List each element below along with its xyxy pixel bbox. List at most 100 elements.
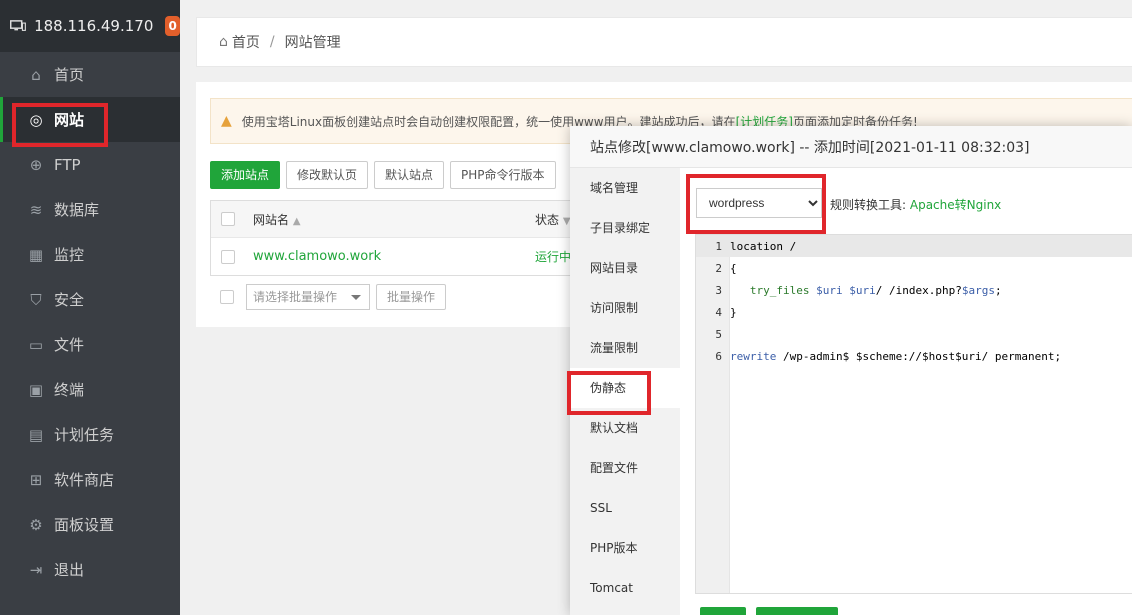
breadcrumb-separator: / <box>269 34 275 50</box>
save-button[interactable] <box>700 607 746 615</box>
breadcrumb: ⌂ 首页 / 网站管理 <box>196 17 1132 67</box>
sidebar: 188.116.49.170 0 ⌂ 首页 ◎ 网站 ⊕ FTP ≋ 数据库 ▦… <box>0 0 180 615</box>
line-number: 3 <box>715 283 722 297</box>
sidebar-item-settings[interactable]: ⚙ 面板设置 <box>0 502 180 547</box>
highlight-website <box>12 103 108 147</box>
code-text: try_files $uri $uri/ /index.php?$args; <box>749 283 1002 297</box>
sidebar-item-label: 面板设置 <box>54 516 115 534</box>
site-edit-modal: 站点修改[www.clamowo.work] -- 添加时间[2021-01-1… <box>570 126 1132 615</box>
line-number: 6 <box>715 349 722 363</box>
tool-label: 规则转换工具: <box>830 198 907 212</box>
site-name-link[interactable]: www.clamowo.work <box>253 249 381 264</box>
code-text: rewrite /wp-admin$ $scheme://$host$uri/ … <box>730 349 1062 363</box>
select-all-checkbox[interactable] <box>221 212 235 226</box>
sidebar-item-label: 数据库 <box>54 201 100 219</box>
tab-domain[interactable]: 域名管理 <box>570 168 680 208</box>
tab-tomcat[interactable]: Tomcat <box>570 568 680 608</box>
terminal-icon: ▣ <box>28 380 44 399</box>
default-site-button[interactable]: 默认站点 <box>374 161 445 189</box>
code-line: 1 location / <box>696 235 1132 257</box>
sidebar-item-label: 计划任务 <box>54 426 115 444</box>
sidebar-item-cron[interactable]: ▤ 计划任务 <box>0 412 180 457</box>
code-line: 5 <box>696 323 1132 345</box>
edit-default-page-button[interactable]: 修改默认页 <box>286 161 369 189</box>
line-number: 5 <box>715 327 722 341</box>
sidebar-item-monitor[interactable]: ▦ 监控 <box>0 232 180 277</box>
sidebar-item-label: 退出 <box>54 561 85 579</box>
notification-badge[interactable]: 0 <box>165 16 180 36</box>
highlight-rewrite-tab <box>567 371 651 415</box>
col-status-label: 状态 <box>535 212 560 227</box>
sidebar-item-terminal[interactable]: ▣ 终端 <box>0 367 180 412</box>
convert-tool: 规则转换工具: Apache转Nginx <box>830 196 1001 213</box>
code-text: location / <box>730 239 797 253</box>
modal-actions <box>700 607 838 615</box>
restore-default-button[interactable] <box>756 607 838 615</box>
sidebar-item-label: FTP <box>54 155 81 174</box>
code-text: { <box>730 261 737 275</box>
calendar-icon: ▤ <box>28 425 44 444</box>
rewrite-code-editor[interactable]: 1 location / 2 { 3 try_files $uri $uri/ … <box>695 234 1132 594</box>
sidebar-item-files[interactable]: ▭ 文件 <box>0 322 180 367</box>
sort-by-name[interactable]: 网站名 ▲ <box>253 211 535 228</box>
code-line: 6 rewrite /wp-admin$ $scheme://$host$uri… <box>696 345 1132 367</box>
sidebar-item-store[interactable]: ⊞ 软件商店 <box>0 457 180 502</box>
tab-access-limit[interactable]: 访问限制 <box>570 288 680 328</box>
sidebar-item-label: 首页 <box>54 66 85 84</box>
site-status[interactable]: 运行中 <box>535 250 571 264</box>
sidebar-item-ftp[interactable]: ⊕ FTP <box>0 142 180 187</box>
gear-icon: ⚙ <box>29 515 43 534</box>
folder-icon: ▭ <box>28 335 44 354</box>
code-line: 3 try_files $uri $uri/ /index.php?$args; <box>696 279 1132 301</box>
sidebar-item-label: 监控 <box>54 246 85 264</box>
sidebar-item-home[interactable]: ⌂ 首页 <box>0 52 180 97</box>
line-number: 4 <box>715 305 722 319</box>
server-header: 188.116.49.170 0 <box>0 0 180 52</box>
sidebar-item-label: 文件 <box>54 336 85 354</box>
highlight-template-select <box>686 174 826 234</box>
col-name-label: 网站名 <box>253 212 290 227</box>
batch-actions: 请选择批量操作 批量操作 <box>210 284 447 310</box>
tab-subdir[interactable]: 子目录绑定 <box>570 208 680 248</box>
tab-php-version[interactable]: PHP版本 <box>570 528 680 568</box>
server-ip: 188.116.49.170 <box>34 17 154 35</box>
code-line: 4 } <box>696 301 1132 323</box>
apache-to-nginx-link[interactable]: Apache转Nginx <box>910 198 1001 212</box>
home-icon: ⌂ <box>31 65 41 84</box>
rewrite-panel: wordpress 规则转换工具: Apache转Nginx 1 locatio… <box>680 168 1132 615</box>
col-status-header[interactable]: 状态 ▼ <box>535 211 571 228</box>
breadcrumb-home[interactable]: 首页 <box>232 32 260 52</box>
batch-checkbox[interactable] <box>220 290 234 304</box>
sidebar-item-logout[interactable]: ⇥ 退出 <box>0 547 180 592</box>
sidebar-item-security[interactable]: ⛉ 安全 <box>0 277 180 322</box>
sidebar-item-label: 终端 <box>54 381 85 399</box>
warning-icon: ▲ <box>221 113 232 129</box>
line-number: 2 <box>715 261 722 275</box>
logout-icon: ⇥ <box>29 560 43 579</box>
shield-icon: ⛉ <box>30 290 42 309</box>
site-toolbar: 添加站点 修改默认页 默认站点 PHP命令行版本 <box>210 161 556 189</box>
code-text: } <box>730 305 737 319</box>
tab-site-dir[interactable]: 网站目录 <box>570 248 680 288</box>
line-number: 1 <box>715 239 722 253</box>
batch-button[interactable]: 批量操作 <box>376 284 447 310</box>
sidebar-item-label: 安全 <box>54 291 85 309</box>
home-icon[interactable]: ⌂ <box>219 34 228 50</box>
tab-ssl[interactable]: SSL <box>570 488 680 528</box>
monitor-chart-icon: ▦ <box>28 245 44 264</box>
add-site-button[interactable]: 添加站点 <box>210 161 281 189</box>
tab-config-file[interactable]: 配置文件 <box>570 448 680 488</box>
sidebar-item-database[interactable]: ≋ 数据库 <box>0 187 180 232</box>
modal-title: 站点修改[www.clamowo.work] -- 添加时间[2021-01-1… <box>570 126 1132 168</box>
batch-select[interactable]: 请选择批量操作 <box>246 284 370 310</box>
sidebar-item-label: 软件商店 <box>54 471 115 489</box>
monitor-icon <box>10 20 26 31</box>
tab-traffic-limit[interactable]: 流量限制 <box>570 328 680 368</box>
grid-icon: ⊞ <box>29 470 43 489</box>
database-icon: ≋ <box>29 200 43 219</box>
php-cli-version-button[interactable]: PHP命令行版本 <box>450 161 556 189</box>
ftp-icon: ⊕ <box>29 155 43 174</box>
row-checkbox[interactable] <box>221 249 235 264</box>
sort-asc-icon: ▲ <box>292 215 301 227</box>
breadcrumb-current: 网站管理 <box>284 35 341 51</box>
